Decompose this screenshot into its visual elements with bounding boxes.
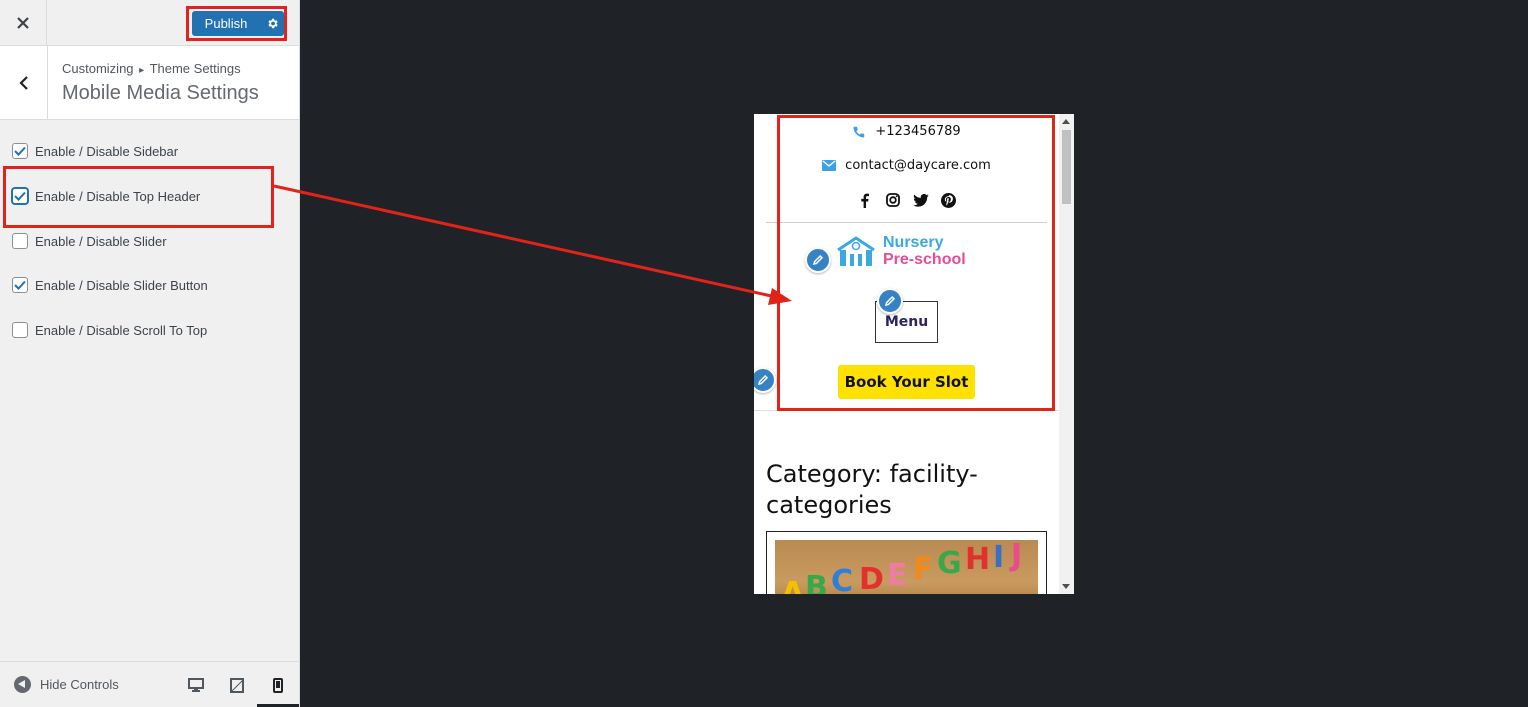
customizer-topbar: Publish — [0, 0, 299, 46]
publish-button[interactable]: Publish — [192, 11, 260, 36]
tablet-icon — [230, 677, 244, 693]
collapse-icon — [14, 676, 31, 693]
mobile-preview-frame: +123456789 contact@daycare.com Nursery P… — [754, 114, 1074, 594]
slider-checkbox[interactable] — [12, 233, 28, 249]
edit-menu-shortcut[interactable] — [877, 288, 903, 314]
option-enable-slider-button[interactable]: Enable / Disable Slider Button — [12, 275, 208, 295]
pinterest-icon[interactable] — [941, 192, 957, 208]
header-bottom-border — [754, 410, 1059, 411]
hide-controls-button[interactable]: Hide Controls — [14, 676, 119, 693]
email-icon — [822, 160, 837, 171]
top-header-highlight-box — [3, 166, 274, 228]
scroll-thumb[interactable] — [1062, 130, 1071, 204]
logo-line-2: Pre-school — [883, 251, 966, 268]
pencil-icon — [757, 374, 769, 386]
edit-logo-shortcut[interactable] — [805, 247, 831, 273]
scroll-to-top-checkbox[interactable] — [12, 322, 28, 338]
email-address[interactable]: contact@daycare.com — [845, 158, 991, 173]
social-links — [754, 192, 1059, 208]
option-enable-scroll-to-top[interactable]: Enable / Disable Scroll To Top — [12, 320, 207, 340]
twitter-icon[interactable] — [912, 192, 929, 208]
sidebar-checkbox[interactable] — [12, 143, 28, 159]
post-thumbnail[interactable]: A B C D E F G H I J — [775, 540, 1038, 594]
customizer-footer: Hide Controls — [0, 661, 299, 707]
device-tablet-button[interactable] — [227, 675, 247, 695]
facebook-icon[interactable] — [857, 192, 873, 208]
pencil-icon — [812, 254, 824, 266]
option-enable-sidebar[interactable]: Enable / Disable Sidebar — [12, 141, 178, 161]
option-label: Enable / Disable Sidebar — [35, 143, 179, 159]
hide-controls-label: Hide Controls — [40, 677, 119, 692]
category-title: Category: facility-categories — [766, 460, 978, 519]
instagram-icon[interactable] — [885, 192, 901, 208]
breadcrumb: Customizing ▸ Theme Settings — [62, 61, 241, 76]
phone-line: +123456789 — [754, 124, 1059, 139]
mobile-icon — [273, 677, 283, 693]
phone-number[interactable]: +123456789 — [875, 124, 960, 139]
phone-icon — [852, 125, 866, 139]
option-label: Enable / Disable Scroll To Top — [35, 322, 208, 338]
email-line: contact@daycare.com — [754, 158, 1059, 173]
breadcrumb-parent: Theme Settings — [149, 61, 241, 76]
logo-line-1: Nursery — [883, 234, 944, 251]
book-slot-button[interactable]: Book Your Slot — [838, 365, 975, 399]
pencil-icon — [884, 295, 896, 307]
desktop-icon — [188, 677, 204, 692]
chevron-left-icon — [18, 75, 28, 90]
checkmark-icon — [14, 146, 26, 156]
edit-header-shortcut[interactable] — [754, 367, 776, 393]
option-enable-slider[interactable]: Enable / Disable Slider — [12, 231, 167, 251]
breadcrumb-root: Customizing — [62, 61, 134, 76]
device-desktop-button[interactable] — [186, 675, 206, 695]
close-customizer-button[interactable] — [0, 0, 47, 46]
gear-icon — [267, 18, 278, 29]
post-card[interactable]: A B C D E F G H I J — [766, 531, 1047, 594]
logo-text: Nursery Pre-school — [883, 234, 966, 268]
publish-settings-button[interactable] — [260, 11, 284, 36]
preview-scrollbar[interactable] — [1059, 114, 1074, 594]
section-header: Customizing ▸ Theme Settings Mobile Medi… — [0, 46, 299, 120]
publish-highlight-box: Publish — [186, 6, 287, 41]
checkmark-icon — [14, 280, 26, 290]
back-button[interactable] — [0, 46, 48, 119]
scroll-down-arrow[interactable] — [1062, 584, 1070, 589]
section-title: Mobile Media Settings — [62, 82, 259, 104]
breadcrumb-separator: ▸ — [139, 65, 145, 76]
site-logo[interactable]: Nursery Pre-school — [834, 234, 966, 268]
device-mobile-button[interactable] — [268, 675, 288, 695]
option-label: Enable / Disable Slider Button — [35, 277, 208, 293]
slider-button-checkbox[interactable] — [12, 277, 28, 293]
customizer-sidebar: Publish Customizing ▸ Theme Settings Mob… — [0, 0, 300, 707]
scroll-up-arrow[interactable] — [1062, 119, 1070, 124]
option-label: Enable / Disable Slider — [35, 233, 167, 249]
close-icon — [17, 17, 29, 29]
header-divider — [766, 222, 1047, 223]
schoolhouse-logo-icon — [837, 236, 875, 266]
